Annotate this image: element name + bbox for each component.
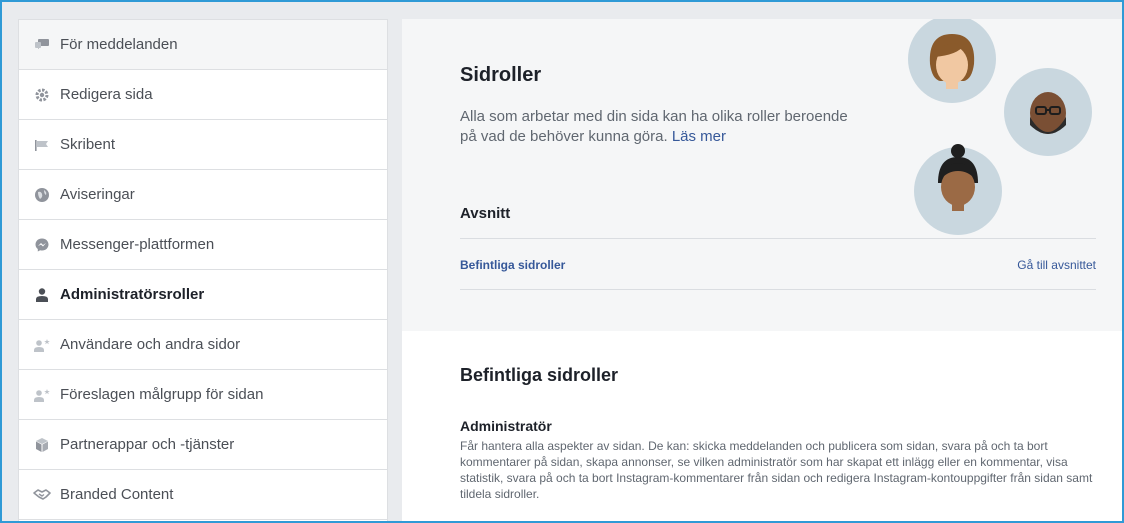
messages-icon [33,36,51,54]
page-roles-header-section: Sidroller Alla som arbetar med din sida … [402,19,1122,331]
sidebar-item-suggested-audience[interactable]: Föreslagen målgrupp för sidan [19,370,387,420]
role-title-admin: Administratör [460,418,552,434]
section-link-existing-roles[interactable]: Befintliga sidroller [460,258,565,272]
window-frame: För meddelanden Redigera sida Skribent A… [0,0,1124,523]
sidebar-item-writer[interactable]: Skribent [19,120,387,170]
person-star-icon [33,336,51,354]
person-star-icon [33,386,51,404]
goto-section-link[interactable]: Gå till avsnittet [1017,258,1096,272]
sidebar-item-partner-apps[interactable]: Partnerappar och -tjänster [19,420,387,470]
avatar-man-bald-beard [1004,68,1092,156]
sidebar-item-branded-content[interactable]: Branded Content [19,470,387,520]
sidebar-item-label: Partnerappar och -tjänster [60,436,235,453]
sidebar-item-users-other-pages[interactable]: Användare och andra sidor [19,320,387,370]
sidebar-item-label: Redigera sida [60,86,153,103]
avatar-woman-bun [914,144,1002,235]
sidebar-item-label: Messenger-plattformen [60,236,215,253]
sidebar-item-admin-roles[interactable]: Administratörsroller [19,270,387,320]
sidebar-item-messenger-platform[interactable]: Messenger-plattformen [19,220,387,270]
messenger-icon [33,236,51,254]
avatar-woman-brown-hair [908,19,996,103]
sidebar-item-label: Aviseringar [60,186,135,203]
sidebar-item-label: Skribent [60,136,116,153]
divider [460,238,1096,239]
divider [460,289,1096,290]
role-description-admin: Får hantera alla aspekter av sidan. De k… [460,439,1093,501]
sidebar-item-edit-page[interactable]: Redigera sida [19,70,387,120]
sidebar-item-label: För meddelanden [60,36,178,53]
flag-icon [33,136,51,154]
roles-illustration [908,19,1092,235]
sidebar-item-label: Föreslagen målgrupp för sidan [60,386,264,403]
gear-icon [33,86,51,104]
sidebar-item-label: Branded Content [60,486,174,503]
person-icon [33,286,51,304]
sections-heading: Avsnitt [460,205,511,222]
intro-description: Alla som arbetar med din sida kan ha oli… [460,108,848,145]
handshake-icon [33,486,51,504]
cube-icon [33,436,51,454]
globe-icon [33,186,51,204]
sidebar-item-messages[interactable]: För meddelanden [19,20,387,70]
sidebar-item-label: Administratörsroller [60,286,205,303]
sidebar-item-label: Användare och andra sidor [60,336,241,353]
existing-roles-heading: Befintliga sidroller [460,365,619,385]
settings-sidebar: För meddelanden Redigera sida Skribent A… [18,19,388,521]
read-more-link[interactable]: Läs mer [672,128,726,145]
intro-text: Alla som arbetar med din sida kan ha oli… [460,107,860,147]
main-content: Sidroller Alla som arbetar med din sida … [402,19,1122,521]
page-title: Sidroller [460,64,542,86]
sidebar-item-notifications[interactable]: Aviseringar [19,170,387,220]
